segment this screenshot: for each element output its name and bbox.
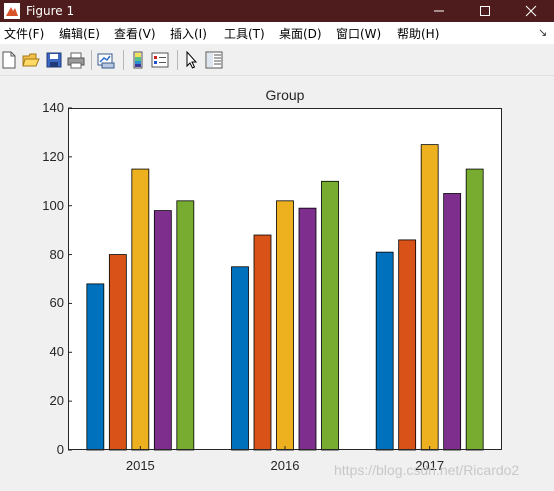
y-tick-label: 140 [42,100,64,115]
bar [108,254,127,451]
bar [276,200,294,451]
bar [86,283,105,451]
bar [420,144,439,451]
bar [131,168,150,451]
y-tick-label: 60 [49,295,64,311]
chart-title: Group [265,87,305,103]
y-tick-label: 120 [42,148,64,164]
bar [176,200,195,451]
x-tick-label: 2015 [125,458,155,473]
x-tick-label: 2016 [270,458,300,473]
y-tick-label: 20 [49,393,64,409]
bar-chart [68,107,502,451]
watermark-text: https://blog.csdn.net/Ricardo2 [334,462,520,478]
bar [375,251,394,451]
bar [298,207,317,451]
y-tick-label: 0 [56,442,64,457]
bar [398,239,417,451]
bar [443,193,462,451]
bar [231,266,249,451]
bar [465,168,484,451]
y-tick-label: 80 [49,246,64,262]
y-tick-label: 40 [49,344,64,360]
bar [321,180,339,451]
y-tick-label: 100 [42,197,64,213]
bar [253,234,272,451]
bar [153,210,172,451]
